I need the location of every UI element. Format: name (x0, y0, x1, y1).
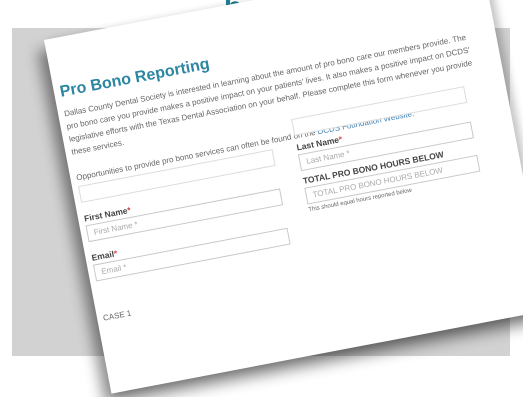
required-mark: * (113, 248, 119, 259)
required-mark: * (337, 133, 344, 145)
screenshot-stage: bono Pro Bono Reporting Dallas County De… (0, 0, 523, 397)
case-label: CASE 1 (102, 308, 133, 323)
email-field[interactable]: Email * (92, 227, 291, 282)
required-mark: * (126, 204, 132, 216)
